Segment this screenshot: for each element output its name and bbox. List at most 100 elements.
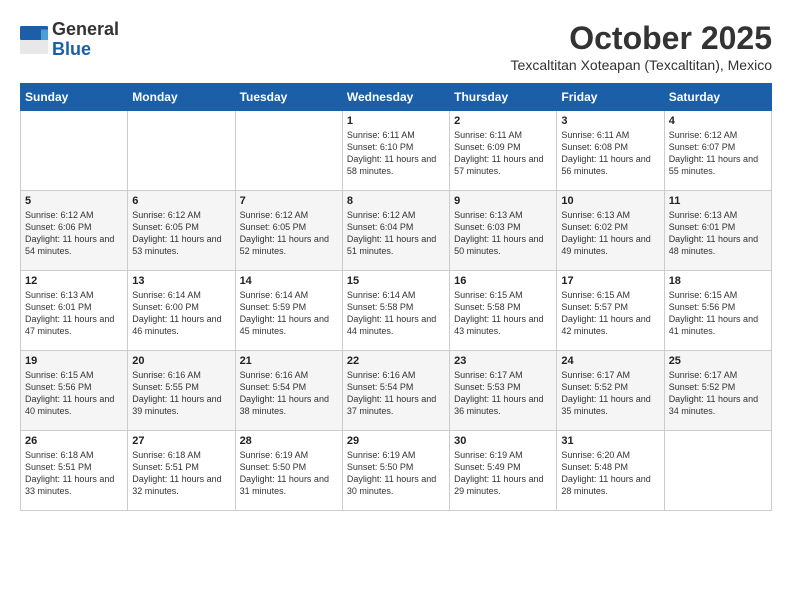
calendar-cell: 31Sunrise: 6:20 AM Sunset: 5:48 PM Dayli…: [557, 431, 664, 511]
day-info: Sunrise: 6:17 AM Sunset: 5:52 PM Dayligh…: [669, 369, 767, 418]
day-number: 6: [132, 195, 230, 207]
day-info: Sunrise: 6:12 AM Sunset: 6:05 PM Dayligh…: [132, 209, 230, 258]
day-number: 26: [25, 435, 123, 447]
day-info: Sunrise: 6:13 AM Sunset: 6:02 PM Dayligh…: [561, 209, 659, 258]
day-number: 11: [669, 195, 767, 207]
day-info: Sunrise: 6:11 AM Sunset: 6:08 PM Dayligh…: [561, 129, 659, 178]
day-number: 22: [347, 355, 445, 367]
day-number: 8: [347, 195, 445, 207]
calendar-cell: 26Sunrise: 6:18 AM Sunset: 5:51 PM Dayli…: [21, 431, 128, 511]
day-number: 2: [454, 115, 552, 127]
calendar-cell: 8 Sunrise: 6:12 AM Sunset: 6:04 PM Daylig…: [342, 191, 449, 271]
calendar-cell: 6 Sunrise: 6:12 AM Sunset: 6:05 PM Daylig…: [128, 191, 235, 271]
day-number: 20: [132, 355, 230, 367]
day-info: Sunrise: 6:15 AM Sunset: 5:56 PM Dayligh…: [25, 369, 123, 418]
day-info: Sunrise: 6:12 AM Sunset: 6:05 PM Dayligh…: [240, 209, 338, 258]
location-title: Texcaltitan Xoteapan (Texcaltitan), Mexi…: [511, 57, 772, 73]
day-info: Sunrise: 6:13 AM Sunset: 6:01 PM Dayligh…: [25, 289, 123, 338]
week-row-2: 5 Sunrise: 6:12 AM Sunset: 6:06 PM Daylig…: [21, 191, 772, 271]
day-info: Sunrise: 6:19 AM Sunset: 5:50 PM Dayligh…: [347, 449, 445, 498]
day-info: Sunrise: 6:13 AM Sunset: 6:03 PM Dayligh…: [454, 209, 552, 258]
day-number: 24: [561, 355, 659, 367]
weekday-header-row: SundayMondayTuesdayWednesdayThursdayFrid…: [21, 84, 772, 111]
calendar-cell: 12Sunrise: 6:13 AM Sunset: 6:01 PM Dayli…: [21, 271, 128, 351]
calendar-cell: 22 Sunrise: 6:16 AM Sunset: 5:54 PM Dayli…: [342, 351, 449, 431]
weekday-header-saturday: Saturday: [664, 84, 771, 111]
calendar-cell: 27Sunrise: 6:18 AM Sunset: 5:51 PM Dayli…: [128, 431, 235, 511]
calendar-cell: 28 Sunrise: 6:19 AM Sunset: 5:50 PM Dayli…: [235, 431, 342, 511]
day-number: 1: [347, 115, 445, 127]
logo-icon: [20, 26, 48, 54]
calendar-cell: 18Sunrise: 6:15 AM Sunset: 5:56 PM Dayli…: [664, 271, 771, 351]
day-number: 9: [454, 195, 552, 207]
day-number: 10: [561, 195, 659, 207]
weekday-header-thursday: Thursday: [450, 84, 557, 111]
day-info: Sunrise: 6:17 AM Sunset: 5:53 PM Dayligh…: [454, 369, 552, 418]
day-number: 21: [240, 355, 338, 367]
day-info: Sunrise: 6:11 AM Sunset: 6:09 PM Dayligh…: [454, 129, 552, 178]
header: General Blue October 2025 Texcaltitan Xo…: [20, 20, 772, 73]
week-row-4: 19 Sunrise: 6:15 AM Sunset: 5:56 PM Dayli…: [21, 351, 772, 431]
calendar-cell: 25 Sunrise: 6:17 AM Sunset: 5:52 PM Dayli…: [664, 351, 771, 431]
calendar-cell: 20Sunrise: 6:16 AM Sunset: 5:55 PM Dayli…: [128, 351, 235, 431]
calendar-cell: 15Sunrise: 6:14 AM Sunset: 5:58 PM Dayli…: [342, 271, 449, 351]
calendar-cell: 4Sunrise: 6:12 AM Sunset: 6:07 PM Daylig…: [664, 111, 771, 191]
calendar-cell: 9 Sunrise: 6:13 AM Sunset: 6:03 PM Daylig…: [450, 191, 557, 271]
calendar-cell: 3 Sunrise: 6:11 AM Sunset: 6:08 PM Daylig…: [557, 111, 664, 191]
calendar-cell: 23 Sunrise: 6:17 AM Sunset: 5:53 PM Dayli…: [450, 351, 557, 431]
calendar-cell: [664, 431, 771, 511]
day-number: 31: [561, 435, 659, 447]
day-number: 23: [454, 355, 552, 367]
calendar-cell: 11Sunrise: 6:13 AM Sunset: 6:01 PM Dayli…: [664, 191, 771, 271]
day-number: 19: [25, 355, 123, 367]
weekday-header-friday: Friday: [557, 84, 664, 111]
calendar-table: SundayMondayTuesdayWednesdayThursdayFrid…: [20, 83, 772, 511]
day-number: 7: [240, 195, 338, 207]
title-block: October 2025 Texcaltitan Xoteapan (Texca…: [511, 20, 772, 73]
calendar-cell: 30 Sunrise: 6:19 AM Sunset: 5:49 PM Dayli…: [450, 431, 557, 511]
day-info: Sunrise: 6:14 AM Sunset: 5:58 PM Dayligh…: [347, 289, 445, 338]
day-number: 30: [454, 435, 552, 447]
calendar-cell: 29 Sunrise: 6:19 AM Sunset: 5:50 PM Dayli…: [342, 431, 449, 511]
logo-text: General Blue: [52, 20, 119, 60]
day-number: 3: [561, 115, 659, 127]
calendar-cell: 19 Sunrise: 6:15 AM Sunset: 5:56 PM Dayli…: [21, 351, 128, 431]
calendar-cell: [235, 111, 342, 191]
day-info: Sunrise: 6:14 AM Sunset: 5:59 PM Dayligh…: [240, 289, 338, 338]
calendar-cell: [128, 111, 235, 191]
day-number: 16: [454, 275, 552, 287]
month-title: October 2025: [511, 20, 772, 57]
day-info: Sunrise: 6:14 AM Sunset: 6:00 PM Dayligh…: [132, 289, 230, 338]
day-info: Sunrise: 6:19 AM Sunset: 5:49 PM Dayligh…: [454, 449, 552, 498]
day-number: 25: [669, 355, 767, 367]
weekday-header-tuesday: Tuesday: [235, 84, 342, 111]
calendar-cell: 10 Sunrise: 6:13 AM Sunset: 6:02 PM Dayli…: [557, 191, 664, 271]
week-row-3: 12Sunrise: 6:13 AM Sunset: 6:01 PM Dayli…: [21, 271, 772, 351]
week-row-5: 26 Sunrise: 6:18 AM Sunset: 5:51 PM Dayli…: [21, 431, 772, 511]
day-number: 5: [25, 195, 123, 207]
calendar-cell: 17 Sunrise: 6:15 AM Sunset: 5:57 PM Dayli…: [557, 271, 664, 351]
day-number: 29: [347, 435, 445, 447]
day-number: 13: [132, 275, 230, 287]
calendar-cell: 2 Sunrise: 6:11 AM Sunset: 6:09 PM Daylig…: [450, 111, 557, 191]
calendar-cell: 14Sunrise: 6:14 AM Sunset: 5:59 PM Dayli…: [235, 271, 342, 351]
day-info: Sunrise: 6:15 AM Sunset: 5:57 PM Dayligh…: [561, 289, 659, 338]
day-info: Sunrise: 6:17 AM Sunset: 5:52 PM Dayligh…: [561, 369, 659, 418]
calendar-cell: 24 Sunrise: 6:17 AM Sunset: 5:52 PM Dayli…: [557, 351, 664, 431]
day-info: Sunrise: 6:15 AM Sunset: 5:58 PM Dayligh…: [454, 289, 552, 338]
day-number: 17: [561, 275, 659, 287]
day-info: Sunrise: 6:16 AM Sunset: 5:54 PM Dayligh…: [240, 369, 338, 418]
day-info: Sunrise: 6:19 AM Sunset: 5:50 PM Dayligh…: [240, 449, 338, 498]
calendar-cell: 5 Sunrise: 6:12 AM Sunset: 6:06 PM Daylig…: [21, 191, 128, 271]
calendar-cell: 1 Sunrise: 6:11 AM Sunset: 6:10 PM Daylig…: [342, 111, 449, 191]
day-info: Sunrise: 6:11 AM Sunset: 6:10 PM Dayligh…: [347, 129, 445, 178]
week-row-1: 1 Sunrise: 6:11 AM Sunset: 6:10 PM Daylig…: [21, 111, 772, 191]
day-number: 4: [669, 115, 767, 127]
calendar-cell: 21 Sunrise: 6:16 AM Sunset: 5:54 PM Dayli…: [235, 351, 342, 431]
calendar-cell: 7 Sunrise: 6:12 AM Sunset: 6:05 PM Daylig…: [235, 191, 342, 271]
day-info: Sunrise: 6:12 AM Sunset: 6:06 PM Dayligh…: [25, 209, 123, 258]
day-info: Sunrise: 6:12 AM Sunset: 6:04 PM Dayligh…: [347, 209, 445, 258]
day-info: Sunrise: 6:16 AM Sunset: 5:54 PM Dayligh…: [347, 369, 445, 418]
day-number: 28: [240, 435, 338, 447]
day-info: Sunrise: 6:18 AM Sunset: 5:51 PM Dayligh…: [132, 449, 230, 498]
